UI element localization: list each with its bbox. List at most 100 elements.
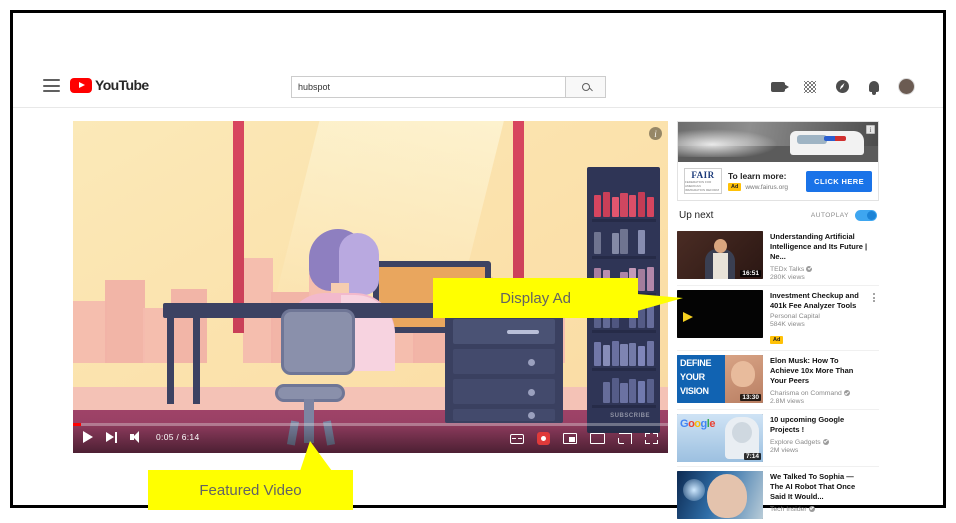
featured-video-callout: Featured Video (148, 470, 353, 510)
autoplay-label: AUTOPLAY (810, 212, 849, 219)
video-meta: Understanding Artificial Intelligence an… (770, 231, 879, 281)
progress-bar[interactable] (73, 423, 668, 426)
thumbnail-text: Google (680, 418, 715, 431)
captions-icon[interactable] (510, 433, 524, 444)
up-next-video-item[interactable]: Investment Checkup and 401k Fee Analyzer… (677, 284, 879, 351)
volume-icon[interactable] (130, 431, 143, 443)
video-duration: 7:14 (743, 453, 761, 461)
sidebar: i FAIR FEDERATION FOR AMERICAN IMMIGRATIO… (677, 121, 879, 523)
video-info-icon[interactable]: i (649, 127, 662, 140)
search-icon (581, 83, 590, 91)
search-button[interactable] (566, 76, 606, 98)
video-duration: 16:51 (740, 270, 761, 277)
display-ad-url: www.fairus.org (745, 183, 788, 191)
play-button[interactable] (83, 431, 93, 443)
player-controls-right (510, 432, 658, 445)
up-next-video-item[interactable]: DEFINE YOUR VISION 13:30 Elon Musk: How To A… (677, 350, 879, 409)
autoplay-control: AUTOPLAY (811, 210, 877, 221)
youtube-logo-text: YouTube (95, 77, 149, 93)
verified-badge-icon (822, 438, 829, 445)
video-channel[interactable]: Tech Insider (770, 505, 869, 513)
account-avatar[interactable] (898, 78, 915, 95)
video-title[interactable]: Elon Musk: How To Achieve 10x More Than … (770, 356, 869, 386)
display-ad-image: i (678, 122, 878, 162)
video-title[interactable]: We Talked To Sophia — The AI Robot That … (770, 472, 869, 502)
video-duration: 13:30 (740, 394, 761, 402)
up-next-header: Up next AUTOPLAY (677, 201, 879, 227)
youtube-page: YouTube hubspot SUBSCRIBE i 0:05 / 6:14 … (13, 13, 943, 520)
create-video-icon[interactable] (770, 79, 789, 95)
video-view-count: 280K views (770, 273, 805, 281)
display-ad-callout-tail (637, 294, 683, 311)
youtube-header: YouTube (13, 68, 943, 108)
fair-logo-text: FAIR (691, 170, 715, 180)
video-meta: 10 upcoming Google Projects ! Explore Gad… (770, 414, 879, 462)
video-view-count: 2M views (770, 446, 799, 454)
thumbnail-text: DEFINE (680, 358, 712, 369)
more-options-icon[interactable] (869, 292, 879, 304)
apps-grid-icon[interactable] (802, 79, 818, 95)
time-display: 0:05 / 6:14 (156, 432, 200, 442)
display-ad-headline: To learn more: (728, 171, 787, 181)
youtube-play-icon (70, 77, 92, 93)
theater-mode-icon[interactable] (590, 433, 605, 444)
header-icon-group (770, 78, 915, 95)
click-here-button[interactable]: CLICK HERE (806, 170, 872, 192)
up-next-video-item[interactable]: Google 7:14 10 upcoming Google Projects ! E… (677, 409, 879, 466)
video-title[interactable]: Understanding Artificial Intelligence an… (770, 232, 869, 262)
video-channel[interactable]: TEDx Talks (770, 265, 869, 273)
featured-video-callout-tail (300, 441, 332, 471)
video-thumbnail[interactable]: DEFINE YOUR VISION 13:30 (677, 355, 763, 404)
video-thumbnail[interactable] (677, 471, 763, 520)
thumbnail-text: VISION (680, 386, 709, 397)
video-view-count: 2.8M views (770, 398, 804, 406)
video-channel[interactable]: Explore Gadgets (770, 438, 869, 446)
ad-tag-badge: Ad (728, 183, 742, 191)
fullscreen-icon[interactable] (645, 433, 658, 444)
up-next-video-item[interactable]: 16:51 Understanding Artificial Intelligen… (677, 227, 879, 285)
video-meta: We Talked To Sophia — The AI Robot That … (770, 471, 879, 519)
fair-advertiser-logo: FAIR FEDERATION FOR AMERICAN IMMIGRATION … (684, 168, 722, 194)
video-meta: Investment Checkup and 401k Fee Analyzer… (770, 290, 879, 347)
video-thumbnail[interactable]: Google 7:14 (677, 414, 763, 463)
display-ad-callout: Display Ad (433, 278, 638, 318)
office-chair (281, 309, 355, 375)
video-channel[interactable]: Personal Capital (770, 313, 869, 320)
search-bar (291, 76, 606, 98)
messages-icon[interactable] (834, 79, 850, 95)
display-ad-card[interactable]: i FAIR FEDERATION FOR AMERICAN IMMIGRATIO… (677, 121, 879, 201)
miniplayer-icon[interactable] (563, 433, 577, 444)
thumbnail-text: YOUR (680, 372, 705, 383)
featured-video-callout-label: Featured Video (199, 481, 302, 499)
progress-played (73, 423, 81, 426)
desk (163, 303, 563, 424)
cast-icon[interactable] (618, 433, 632, 444)
verified-badge-icon (806, 265, 813, 272)
up-next-video-list: 16:51 Understanding Artificial Intelligen… (677, 227, 879, 523)
video-thumbnail[interactable]: 16:51 (677, 231, 763, 279)
screenshot-frame: YouTube hubspot SUBSCRIBE i 0:05 / 6:14 … (10, 10, 946, 520)
ad-info-icon[interactable]: i (866, 125, 875, 134)
verified-badge-icon (843, 390, 850, 397)
subscribe-watermark[interactable]: SUBSCRIBE (610, 413, 650, 419)
video-channel[interactable]: Charisma on Command (770, 389, 869, 397)
display-ad-callout-label: Display Ad (500, 289, 571, 307)
player-controls: 0:05 / 6:14 (73, 423, 668, 453)
search-input[interactable] (291, 76, 566, 98)
autoplay-toggle[interactable] (855, 210, 877, 221)
video-thumbnail[interactable] (677, 289, 763, 338)
youtube-logo[interactable]: YouTube (70, 77, 149, 93)
video-meta: Elon Musk: How To Achieve 10x More Than … (770, 355, 879, 405)
video-view-count: 584K views (770, 321, 805, 329)
settings-gear-icon[interactable] (537, 432, 550, 445)
video-title[interactable]: 10 upcoming Google Projects ! (770, 415, 869, 435)
up-next-video-item[interactable]: We Talked To Sophia — The AI Robot That … (677, 466, 879, 523)
player-controls-left: 0:05 / 6:14 (83, 431, 199, 443)
video-title[interactable]: Investment Checkup and 401k Fee Analyzer… (770, 291, 869, 311)
notifications-bell-icon[interactable] (866, 79, 882, 95)
next-video-button[interactable] (106, 431, 117, 443)
menu-hamburger-icon[interactable] (43, 79, 60, 92)
up-next-label: Up next (679, 210, 714, 221)
verified-badge-icon (808, 505, 815, 512)
fair-logo-subtext: FEDERATION FOR AMERICAN IMMIGRATION REFOR… (685, 180, 719, 192)
